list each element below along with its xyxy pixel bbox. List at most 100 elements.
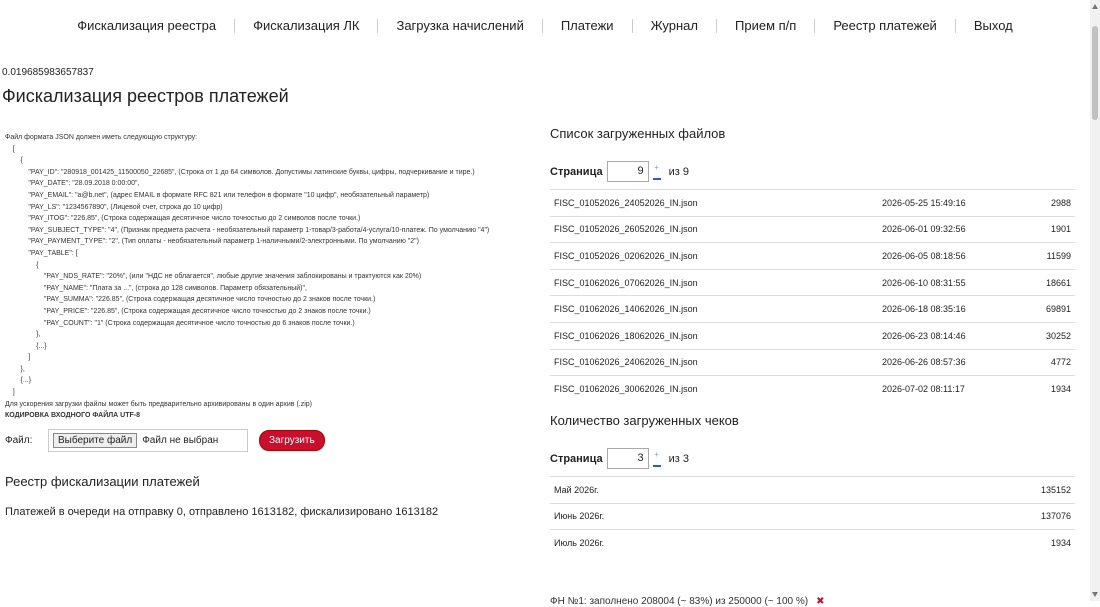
scrollbar-thumb[interactable] (1092, 26, 1098, 120)
page-title: Фискализация реестров платежей (2, 86, 289, 106)
record-count: 11599 (1022, 242, 1075, 270)
nav-item[interactable]: Реестр платежей (815, 19, 956, 33)
pager-label: Страница (550, 452, 603, 465)
record-count: 18661 (1022, 268, 1075, 296)
record-count: 30252 (1022, 321, 1075, 350)
nav-item[interactable]: Прием п/п (717, 19, 816, 33)
checks-pager: Страница 3 + из 3 (550, 448, 1075, 469)
scroll-down-icon[interactable] (1092, 592, 1098, 597)
doc-line: "PAY_ITOG": "226.85", (Строка содержащая… (5, 215, 361, 223)
doc-line: "PAY_DATE": "28.09.2018 0:00:00", (5, 180, 140, 188)
files-section: Список загруженных файлов Страница 9 + и… (550, 126, 1075, 402)
table-row[interactable]: FISC_01062026_24062026_IN.json 2026-06-26… (550, 348, 1075, 376)
doc-line: "PAY_EMAIL": "a@b.net", (адрес EMAIL в ф… (5, 191, 430, 199)
file-upload-row: Файл: Выберите файл Файл не выбран Загру… (5, 428, 325, 453)
record-count: 69891 (1022, 295, 1075, 323)
upload-date: 2026-05-25 15:49:16 (878, 189, 1023, 217)
file-label: Файл: (5, 435, 33, 446)
json-format-description: Файл формата JSON должен иметь следующую… (5, 132, 525, 422)
page-number-input[interactable]: 3 (606, 448, 649, 469)
table-row[interactable]: FISC_01062026_30062026_IN.json 2026-07-02… (550, 375, 1075, 402)
spin-down-icon[interactable] (652, 171, 661, 180)
fn-status-line: ФН №1: заполнено 208004 (~ 83%) из 25000… (550, 596, 824, 607)
table-row[interactable]: FISC_01062026_18062026_IN.json 2026-06-23… (550, 321, 1075, 350)
file-name: FISC_01052026_24052026_IN.json (550, 189, 878, 217)
nav-item[interactable]: Платежи (543, 19, 633, 33)
files-table: FISC_01052026_24052026_IN.json 2026-05-25… (550, 189, 1075, 402)
check-count: 1934 (867, 529, 1075, 556)
doc-line: "PAY_PAYMENT_TYPE": "2", (Тип оплаты - н… (5, 238, 419, 246)
encoding-note: КОДИРОВКА ВХОДНОГО ФАЙЛА UTF-8 (5, 412, 141, 420)
close-icon[interactable]: ✖ (816, 596, 824, 607)
page-number-input[interactable]: 9 (606, 161, 649, 182)
upload-date: 2026-06-01 09:32:56 (878, 215, 1023, 243)
doc-line: "PAY_LS": "1234567890", (Лицевой счет, с… (5, 203, 223, 211)
file-name: FISC_01062026_14062026_IN.json (550, 295, 878, 323)
file-input[interactable]: Выберите файл Файл не выбран (48, 429, 248, 452)
upload-date: 2026-06-10 08:31:55 (878, 268, 1023, 296)
record-count: 1901 (1022, 215, 1075, 243)
file-name: FISC_01062026_07062026_IN.json (550, 268, 878, 296)
page-spinner[interactable]: + (652, 163, 661, 180)
table-row[interactable]: FISC_01062026_14062026_IN.json 2026-06-18… (550, 295, 1075, 323)
file-name: FISC_01062026_18062026_IN.json (550, 321, 878, 350)
upload-button[interactable]: Загрузить (259, 430, 325, 451)
doc-line: "PAY_NAME": "Плата за ...", (строка до 1… (5, 284, 307, 292)
table-row[interactable]: FISC_01052026_26052026_IN.json 2026-06-01… (550, 215, 1075, 243)
doc-line: ] (5, 354, 31, 362)
check-count: 137076 (867, 502, 1075, 530)
doc-line: "PAY_TABLE": [ (5, 249, 78, 257)
upload-date: 2026-06-18 08:35:16 (878, 295, 1023, 323)
file-name: FISC_01052026_26052026_IN.json (550, 215, 878, 243)
files-pager: Страница 9 + из 9 (550, 161, 1075, 182)
record-count: 1934 (1022, 375, 1075, 402)
record-count: 2988 (1022, 189, 1075, 217)
upload-date: 2026-07-02 08:11:17 (878, 375, 1023, 402)
doc-line: { (5, 261, 39, 269)
doc-line: [ (5, 145, 15, 153)
table-row[interactable]: FISC_01052026_24052026_IN.json 2026-05-25… (550, 189, 1075, 217)
table-row[interactable]: FISC_01062026_07062026_IN.json 2026-06-10… (550, 268, 1075, 296)
vertical-scrollbar[interactable] (1090, 0, 1100, 601)
doc-line: "PAY_COUNT": "1" (Строка содержащая деся… (5, 319, 355, 327)
doc-line: {...} (5, 342, 47, 350)
upload-date: 2026-06-05 08:18:56 (878, 242, 1023, 270)
nav-item[interactable]: Фискализация реестра (59, 19, 236, 33)
doc-line: Для ускорения загрузки файлы может быть … (5, 400, 313, 408)
check-count: 135152 (867, 476, 1075, 504)
spin-down-icon[interactable] (652, 458, 661, 467)
file-name: FISC_01062026_30062026_IN.json (550, 375, 878, 402)
table-row: Июнь 2026г. 137076 (550, 502, 1075, 530)
nav-item[interactable]: Фискализация ЛК (235, 19, 379, 33)
pager-label: Страница (550, 165, 603, 178)
doc-line: "PAY_NDS_RATE": "20%", (или "НДС не обла… (5, 273, 422, 281)
month: Май 2026г. (550, 476, 868, 504)
month: Июнь 2026г. (550, 502, 868, 530)
fn-status-text: ФН №1: заполнено 208004 (~ 83%) из 25000… (550, 596, 809, 607)
table-row: Июль 2026г. 1934 (550, 529, 1075, 556)
doc-line: }, (5, 331, 41, 339)
page-spinner[interactable]: + (652, 450, 661, 467)
page-total: из 3 (668, 452, 689, 465)
doc-line: ] (5, 389, 15, 397)
files-section-title: Список загруженных файлов (550, 126, 726, 141)
nav-item[interactable]: Загрузка начислений (378, 19, 543, 33)
doc-line: "PAY_ID": "280918_001425_11500050_22685"… (5, 168, 475, 176)
timing-value: 0.019685983657837 (2, 67, 94, 78)
registry-title: Реестр фискализации платежей (5, 474, 200, 489)
nav-item[interactable]: Журнал (633, 19, 717, 33)
doc-line: "PAY_SUMMA": "226.85", (Строка содержаща… (5, 296, 376, 304)
no-file-text: Файл не выбран (142, 435, 219, 446)
scroll-up-icon[interactable] (1092, 4, 1098, 9)
file-name: FISC_01052026_02062026_IN.json (550, 242, 878, 270)
doc-line: { (5, 157, 23, 165)
checks-section-title: Количество загруженных чеков (550, 413, 739, 428)
doc-line: Файл формата JSON должен иметь следующую… (5, 134, 198, 141)
doc-line: "PAY_SUBJECT_TYPE": "4", (Признак предме… (5, 226, 490, 234)
nav-item[interactable]: Выход (956, 19, 1031, 33)
choose-file-button[interactable]: Выберите файл (53, 433, 138, 448)
upload-date: 2026-06-26 08:57:36 (878, 348, 1023, 376)
table-row[interactable]: FISC_01052026_02062026_IN.json 2026-06-05… (550, 242, 1075, 270)
checks-section: Количество загруженных чеков Страница 3 … (550, 413, 1075, 556)
checks-table: Май 2026г. 135152 Июнь 2026г. 137076 Июль 20… (550, 476, 1075, 556)
